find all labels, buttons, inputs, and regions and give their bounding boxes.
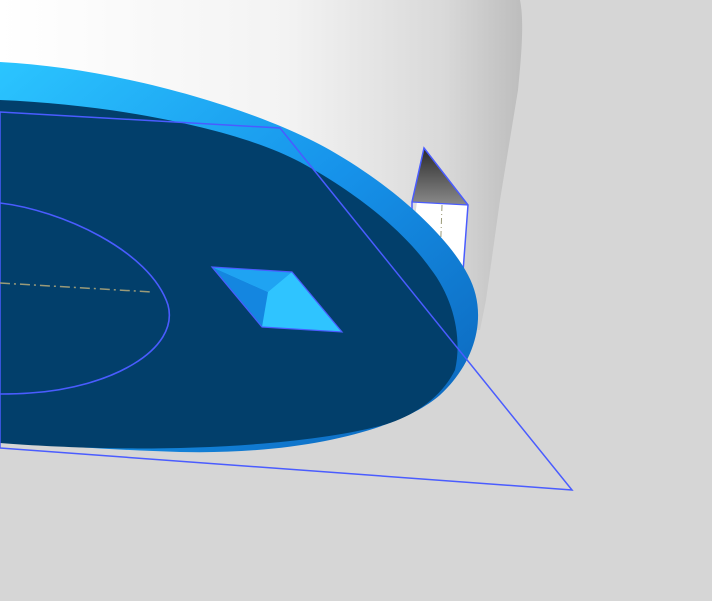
cad-3d-viewport[interactable] [0,0,712,601]
3d-model-scene[interactable] [0,0,712,601]
